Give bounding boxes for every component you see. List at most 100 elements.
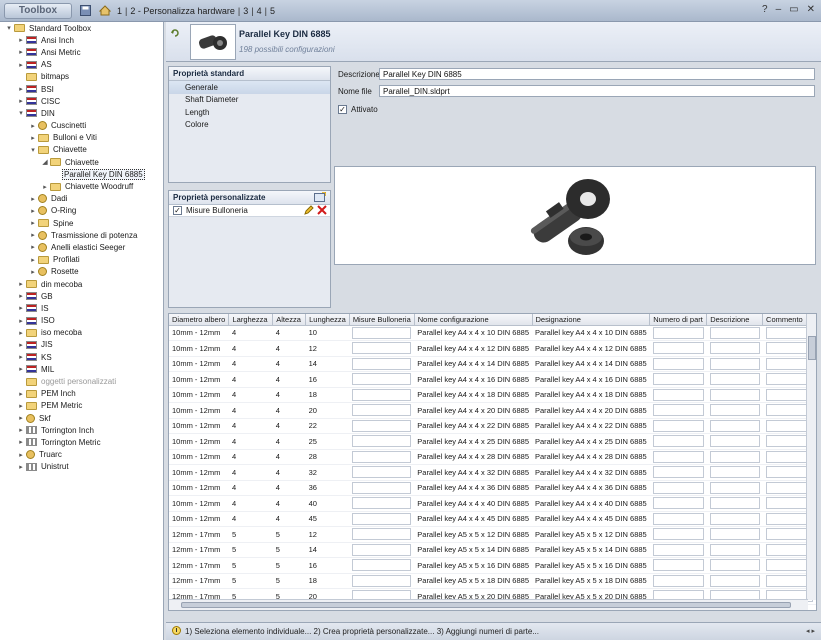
restore-button[interactable]: ▭ (789, 4, 798, 15)
table-row[interactable]: 12mm - 17mm 5 5 12 Parallel key A5 x 5 x 12 … (169, 526, 816, 543)
tree-item[interactable]: ▸ Ansi Metric (0, 46, 163, 58)
cell-input[interactable] (352, 404, 412, 417)
table-cell[interactable] (649, 526, 707, 543)
cell-input[interactable] (352, 528, 412, 541)
horizontal-scroll-thumb[interactable] (181, 602, 791, 608)
table-cell[interactable] (649, 402, 707, 419)
tree-item[interactable]: ▸ JIS (0, 339, 163, 351)
tree-item[interactable]: ▸ Profilati (0, 254, 163, 266)
table-cell[interactable] (706, 356, 763, 372)
cell-input[interactable] (352, 450, 412, 463)
table-cell[interactable] (706, 557, 763, 574)
column-header[interactable]: Descrizione (706, 314, 764, 326)
expand-toggle-icon[interactable]: ▸ (28, 195, 38, 203)
tree-item[interactable]: ▸ Truarc (0, 449, 163, 461)
cell-input[interactable] (352, 373, 412, 386)
table-cell[interactable] (349, 418, 415, 434)
tree-item[interactable]: ▸ IS (0, 302, 163, 314)
expand-toggle-icon[interactable]: ▾ (4, 24, 14, 32)
expand-toggle-icon[interactable]: ▸ (16, 61, 26, 69)
cell-input[interactable] (352, 481, 412, 494)
breadcrumb-step[interactable]: 3 (242, 6, 249, 16)
breadcrumb-step[interactable]: 1 (116, 6, 123, 16)
breadcrumb-step[interactable]: 2 - Personalizza hardware (129, 6, 236, 16)
breadcrumb-step[interactable]: 4 (256, 6, 263, 16)
tree-item[interactable]: ▸ din mecoba (0, 278, 163, 290)
table-row[interactable]: 10mm - 12mm 4 4 20 Parallel key A4 x 4 x 20 … (169, 402, 816, 419)
table-cell[interactable] (349, 371, 415, 388)
cell-input[interactable] (652, 326, 704, 339)
table-cell[interactable] (649, 418, 707, 434)
cell-input[interactable] (709, 450, 760, 463)
cell-input[interactable] (352, 497, 412, 510)
table-cell[interactable] (706, 542, 763, 558)
cell-input[interactable] (652, 419, 704, 432)
vertical-scroll-thumb[interactable] (808, 336, 816, 360)
cell-input[interactable] (652, 357, 704, 370)
table-row[interactable]: 10mm - 12mm 4 4 25 Parallel key A4 x 4 x 25 … (169, 433, 816, 450)
expand-toggle-icon[interactable]: ▸ (16, 97, 26, 105)
cell-input[interactable] (352, 342, 412, 355)
table-row[interactable]: 10mm - 12mm 4 4 12 Parallel key A4 x 4 x 12 … (169, 340, 816, 357)
table-cell[interactable] (706, 526, 763, 543)
cell-input[interactable] (709, 559, 760, 572)
cell-input[interactable] (352, 559, 412, 572)
table-row[interactable]: 10mm - 12mm 4 4 40 Parallel key A4 x 4 x 40 … (169, 495, 816, 512)
table-cell[interactable] (349, 464, 415, 481)
expand-toggle-icon[interactable]: ▸ (40, 183, 50, 191)
expand-toggle-icon[interactable]: ▸ (16, 48, 26, 56)
table-cell[interactable] (349, 340, 415, 357)
cell-input[interactable] (709, 404, 760, 417)
table-cell[interactable] (649, 511, 707, 527)
expand-toggle-icon[interactable]: ▸ (16, 402, 26, 410)
expand-toggle-icon[interactable]: ▸ (28, 231, 38, 239)
table-vertical-scrollbar[interactable] (806, 314, 816, 600)
tree-item[interactable]: ▸ CISC (0, 95, 163, 107)
cell-input[interactable] (652, 528, 704, 541)
cell-input[interactable] (709, 342, 760, 355)
description-input[interactable] (379, 68, 815, 80)
cell-input[interactable] (709, 373, 760, 386)
tree-item[interactable]: ▸ Rosette (0, 266, 163, 278)
cell-input[interactable] (709, 528, 760, 541)
minimize-button[interactable]: – (776, 4, 782, 15)
tree-item[interactable]: ▸ BSI (0, 83, 163, 95)
tree-item[interactable]: ▸ Torrington Inch (0, 424, 163, 436)
cell-input[interactable] (352, 435, 412, 448)
delete-icon[interactable] (317, 204, 327, 217)
table-cell[interactable] (349, 325, 415, 341)
cell-input[interactable] (652, 574, 704, 587)
table-cell[interactable] (706, 402, 763, 419)
configuration-table[interactable]: Diametro albero Larghezza Altezza Lunghezza… (168, 313, 817, 611)
cell-input[interactable] (652, 466, 704, 479)
table-row[interactable]: 10mm - 12mm 4 4 14 Parallel key A4 x 4 x 14 … (169, 356, 816, 372)
tree-item[interactable]: ▾ DIN (0, 107, 163, 119)
table-cell[interactable] (706, 325, 763, 341)
cell-input[interactable] (709, 543, 760, 556)
expand-toggle-icon[interactable]: ▸ (16, 438, 26, 446)
expand-toggle-icon[interactable]: ▸ (16, 365, 26, 373)
cell-input[interactable] (652, 512, 704, 525)
table-row[interactable]: 12mm - 17mm 5 5 18 Parallel key A5 x 5 x 18 … (169, 573, 816, 589)
table-cell[interactable] (349, 387, 415, 403)
cell-input[interactable] (652, 388, 704, 401)
table-row[interactable]: 10mm - 12mm 4 4 32 Parallel key A4 x 4 x 32 … (169, 464, 816, 481)
expand-toggle-icon[interactable]: ▸ (16, 463, 26, 471)
cell-input[interactable] (652, 497, 704, 510)
expand-toggle-icon[interactable]: ▾ (16, 109, 26, 117)
property-category-item[interactable]: Shaft Diameter (169, 94, 330, 107)
table-cell[interactable] (706, 511, 763, 527)
property-category-item[interactable]: Length (169, 106, 330, 119)
table-row[interactable]: 10mm - 12mm 4 4 36 Parallel key A4 x 4 x 36 … (169, 480, 816, 496)
expand-toggle-icon[interactable]: ▸ (16, 451, 26, 459)
cell-input[interactable] (709, 512, 760, 525)
expand-toggle-icon[interactable]: ▸ (16, 36, 26, 44)
edit-pencil-icon[interactable] (304, 204, 314, 217)
cell-input[interactable] (352, 419, 412, 432)
table-cell[interactable] (649, 464, 707, 481)
cell-input[interactable] (652, 435, 704, 448)
expand-toggle-icon[interactable]: ▸ (16, 390, 26, 398)
expand-toggle-icon[interactable]: ▸ (16, 280, 26, 288)
table-cell[interactable] (649, 449, 707, 465)
column-header[interactable]: Nome configurazione (414, 314, 533, 326)
